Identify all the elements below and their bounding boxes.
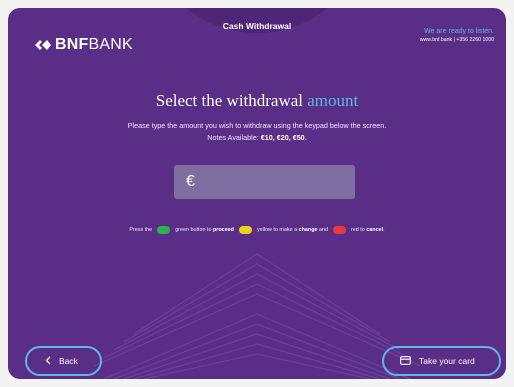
brand-light: BANK <box>88 36 133 53</box>
atm-screen: BNF BANK Cash Withdrawal We are ready to … <box>8 8 506 379</box>
back-button[interactable]: Back <box>25 346 102 376</box>
take-card-label: Take your card <box>419 356 475 366</box>
notes-line: Notes Available: €10, €20, €50. <box>8 132 506 144</box>
heading-prefix: Select the withdrawal <box>155 91 308 110</box>
button-legend: Press the green button to proceed yellow… <box>8 226 506 234</box>
instruction-line: Please type the amount you wish to withd… <box>127 121 387 130</box>
legend-text-6: . <box>383 227 385 233</box>
page-heading: Select the withdrawal amount <box>8 91 506 111</box>
legend-proceed: proceed <box>212 227 234 233</box>
legend-cancel: cancel <box>366 227 384 233</box>
back-button-label: Back <box>59 356 78 366</box>
heading-accent: amount <box>307 91 359 110</box>
take-card-button[interactable]: Take your card <box>382 346 501 376</box>
legend-text-5: red to <box>350 227 365 233</box>
legend-change: change <box>298 227 318 233</box>
chevron-left-icon <box>45 356 51 367</box>
contact-block: We are ready to listen. www.bnf.bank | +… <box>420 28 494 43</box>
notes-values: €10, €20, €50. <box>260 132 307 142</box>
instructions: Please type the amount you wish to withd… <box>8 120 506 143</box>
legend-text-3: yellow to make a <box>256 227 298 233</box>
tagline: We are ready to listen. <box>424 28 494 35</box>
legend-text-2: green button to <box>175 227 212 233</box>
notes-label: Notes Available: <box>207 132 261 142</box>
euro-symbol: € <box>186 173 195 190</box>
green-button-icon <box>157 226 171 234</box>
contact-info: www.bnf.bank | +356 2260 1000 <box>419 37 494 43</box>
bnf-logo-icon <box>35 40 51 50</box>
amount-input[interactable]: € <box>174 165 355 199</box>
brand-bold: BNF <box>55 36 89 53</box>
card-icon <box>400 355 411 367</box>
bnf-logo: BNF BANK <box>34 36 133 54</box>
legend-text-1: Press the <box>129 227 153 233</box>
red-button-icon <box>332 226 346 234</box>
chevron-pattern <box>94 253 420 379</box>
yellow-button-icon <box>238 226 252 234</box>
legend-text-4: and <box>318 227 328 233</box>
